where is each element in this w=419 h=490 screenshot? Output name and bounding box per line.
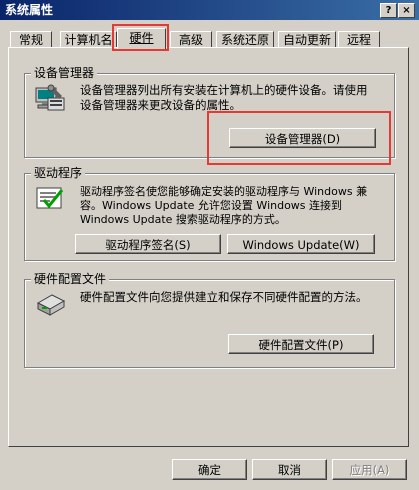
tab-label: 系统还原: [220, 33, 269, 47]
apply-button[interactable]: 应用(A): [332, 459, 407, 480]
drivers-heading: 驱动程序: [31, 166, 86, 180]
device-manager-button-highlight: [207, 111, 391, 165]
tab-label: 计算机名: [64, 33, 113, 47]
tab-remote[interactable]: 远程: [338, 31, 380, 48]
tab-system-restore[interactable]: 系统还原: [216, 31, 274, 48]
window-title: 系统属性: [5, 3, 54, 17]
tab-computer-name[interactable]: 计算机名: [60, 31, 117, 48]
tab-general[interactable]: 常规: [10, 31, 52, 48]
title-bar: 系统属性 ? ×: [0, 0, 419, 20]
help-button[interactable]: ?: [380, 3, 397, 18]
hardware-profiles-button[interactable]: 硬件配置文件(P): [228, 334, 374, 354]
hardware-profiles-icon: [34, 289, 68, 322]
close-button[interactable]: ×: [398, 3, 415, 18]
device-manager-heading: 设备管理器: [31, 66, 98, 80]
cancel-button[interactable]: 取消: [252, 459, 327, 480]
tab-label: 自动更新: [282, 33, 331, 47]
windows-update-button[interactable]: Windows Update(W): [227, 234, 375, 254]
driver-signing-icon: [34, 184, 68, 217]
ok-button[interactable]: 确定: [172, 459, 247, 480]
tab-label: 高级: [178, 33, 203, 47]
tab-advanced[interactable]: 高级: [170, 31, 212, 48]
driver-signing-button[interactable]: 驱动程序签名(S): [75, 234, 221, 254]
tab-automatic-updates[interactable]: 自动更新: [278, 31, 336, 48]
tab-label: 常规: [18, 33, 43, 47]
tab-label: 远程: [346, 33, 371, 47]
hardware-tab-highlight: [112, 24, 169, 51]
device-manager-icon: [34, 84, 68, 119]
hardware-profiles-heading: 硬件配置文件: [31, 272, 110, 286]
